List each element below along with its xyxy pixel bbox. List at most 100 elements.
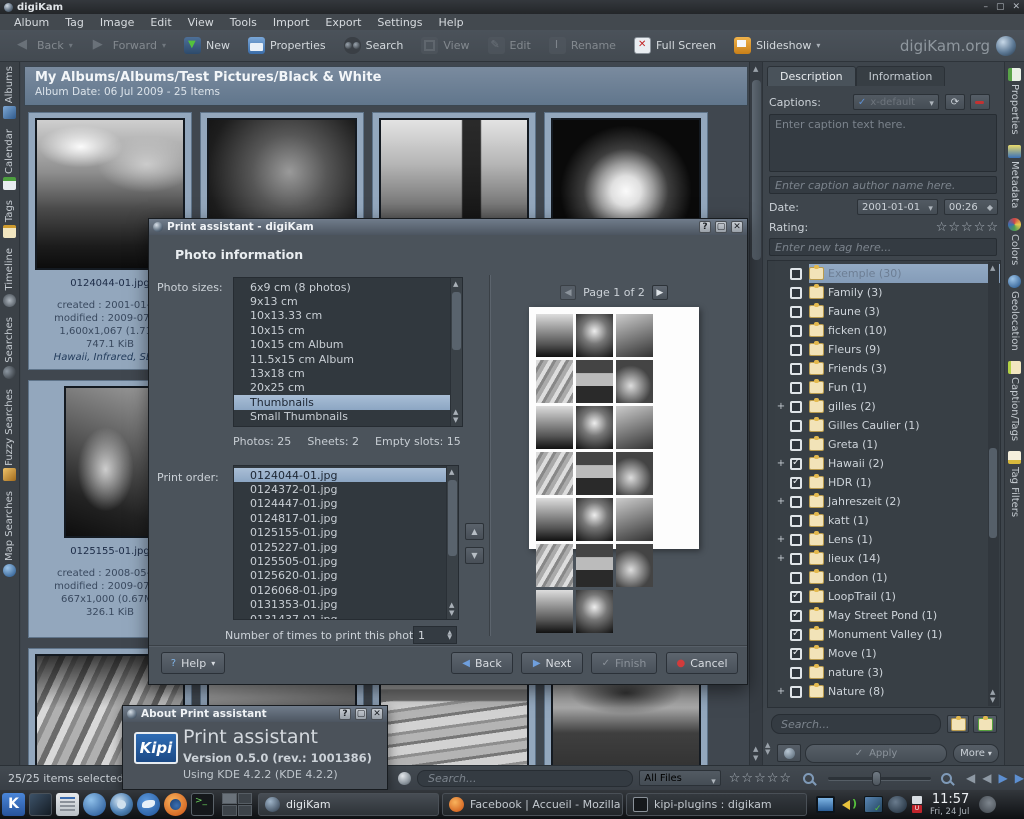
rating-filter-stars[interactable]: ☆☆☆☆☆ [729, 771, 791, 786]
tag-checkbox[interactable] [790, 477, 802, 489]
firefox-launcher-icon[interactable] [164, 793, 187, 816]
tag-checkbox[interactable] [790, 610, 802, 622]
pager-desktop-3[interactable] [222, 805, 237, 816]
print-order-item[interactable]: 0124447-01.jpg [234, 497, 458, 511]
print-order-item[interactable]: 0124817-01.jpg [234, 511, 458, 525]
clock[interactable]: 11:57 Fri, 24 Jul [930, 793, 969, 817]
close-icon[interactable]: ✕ [731, 221, 743, 233]
toolbar-button[interactable]: View ▾ [412, 33, 478, 59]
print-order-item[interactable]: 0131353-01.jpg [234, 598, 458, 612]
sidebar-tab[interactable]: Albums [3, 66, 16, 119]
date-combo[interactable]: 2001-01-01 [857, 199, 938, 215]
sidebar-tab[interactable]: Caption/Tags [1008, 361, 1021, 441]
display-tray-icon[interactable] [816, 796, 835, 813]
show-desktop-icon[interactable] [29, 793, 52, 816]
statusbar-search-input[interactable] [417, 770, 633, 787]
time-spinner[interactable]: 00:26 ◆ [944, 199, 998, 215]
list-scrollbar[interactable]: ▲ ▲ ▼ [446, 466, 458, 619]
finish-button[interactable]: ✓ Finish [591, 652, 657, 674]
minimize-icon[interactable]: – [983, 2, 988, 12]
star-icon[interactable]: ☆ [974, 220, 986, 235]
tag-checkbox[interactable] [790, 363, 802, 375]
toolbar-button[interactable]: Full Screen ▾ [625, 33, 725, 59]
times-spinner[interactable]: 1 ▲▼ [413, 626, 457, 644]
zoom-out-icon[interactable] [803, 773, 814, 784]
photo-size-option[interactable]: 20x25 cm [234, 381, 462, 395]
revert-button[interactable] [777, 744, 801, 762]
print-order-item[interactable]: 0124044-01.jpg [234, 468, 458, 482]
tree-expander-icon[interactable] [772, 553, 790, 564]
tree-expander-icon[interactable] [772, 534, 790, 545]
toolbar-button[interactable]: New ▾ [175, 33, 239, 59]
menu-item[interactable]: View [180, 16, 222, 29]
help-button[interactable]: ? Help ▾ [161, 652, 225, 674]
tag-search-input[interactable] [771, 714, 941, 734]
tag-tree-item[interactable]: Fleurs (9) [768, 340, 1000, 359]
sidebar-tab[interactable]: Colors [1008, 218, 1021, 265]
close-icon[interactable]: ✕ [1012, 2, 1020, 12]
print-order-item[interactable]: 0125227-01.jpg [234, 540, 458, 554]
menu-item[interactable]: Tag [57, 16, 92, 29]
tag-checkbox[interactable] [790, 534, 802, 546]
tag-tree-item[interactable]: lieux (14) [768, 549, 1000, 568]
photo-size-option[interactable]: 10x13.33 cm [234, 309, 462, 323]
photo-sizes-list[interactable]: 6x9 cm (8 photos)9x13 cm10x13.33 cm10x15… [233, 277, 463, 427]
maximize-icon[interactable]: ▢ [355, 708, 367, 720]
toolbar-button[interactable]: Edit ▾ [479, 33, 540, 59]
star-icon[interactable]: ☆ [779, 771, 791, 786]
tag-tree-item[interactable]: Gilles Caulier (1) [768, 416, 1000, 435]
page-prev-button[interactable]: ◀ [560, 285, 576, 300]
tag-checkbox[interactable] [790, 382, 802, 394]
tag-checkbox[interactable] [790, 496, 802, 508]
tag-tree-item[interactable]: London (1) [768, 568, 1000, 587]
tag-tree-item[interactable]: LoopTrail (1) [768, 587, 1000, 606]
first-item-icon[interactable]: ◀ [966, 771, 975, 785]
caption-language-combo[interactable]: ✓ x-default [853, 94, 939, 110]
tag-tree-item[interactable]: Faune (3) [768, 302, 1000, 321]
last-item-icon[interactable]: ▶ [1015, 771, 1024, 785]
tag-tree-item[interactable]: Lens (1) [768, 530, 1000, 549]
photo-size-option[interactable]: 13x18 cm [234, 366, 462, 380]
tag-checkbox[interactable] [790, 325, 802, 337]
taskbar-task[interactable]: digiKam [258, 793, 439, 816]
photo-size-option[interactable]: 10x15 cm [234, 323, 462, 337]
panel-tab[interactable]: Description [767, 66, 856, 86]
print-order-item[interactable]: 0131437-01.jpg [234, 612, 458, 620]
print-order-item[interactable]: 0126068-01.jpg [234, 583, 458, 597]
tag-checkbox[interactable] [790, 401, 802, 413]
toolbar-button[interactable]: Rename ▾ [540, 33, 625, 59]
tag-checkbox[interactable] [790, 420, 802, 432]
tag-checkbox[interactable] [790, 572, 802, 584]
kmenu-launcher-icon[interactable]: K [2, 793, 25, 816]
rating-stars[interactable]: ☆☆☆☆☆ [936, 220, 998, 235]
move-up-button[interactable]: ▲ [465, 523, 484, 540]
star-icon[interactable]: ☆ [767, 771, 779, 786]
clipboard-tray-icon[interactable] [912, 796, 922, 804]
tag-checkbox[interactable] [790, 515, 802, 527]
tag-tree-item[interactable]: Fun (1) [768, 378, 1000, 397]
caption-text-input[interactable] [769, 114, 997, 172]
zoom-in-icon[interactable] [941, 773, 952, 784]
sidebar-tab[interactable]: Tag Filters [1008, 451, 1021, 517]
toolbar-button[interactable]: Properties ▾ [239, 33, 335, 59]
photo-size-option[interactable]: 6x9 cm (8 photos) [234, 280, 462, 294]
new-tag-input[interactable] [769, 238, 997, 256]
spinner-arrows-icon[interactable]: ▲▼ [447, 630, 452, 640]
tag-add-button[interactable] [973, 715, 997, 733]
mail-launcher-icon[interactable] [137, 793, 160, 816]
sidebar-tab[interactable]: Properties [1008, 68, 1021, 135]
sidebar-tab[interactable]: Fuzzy Searches [3, 389, 16, 482]
tree-expander-icon[interactable] [772, 496, 790, 507]
dialog-titlebar[interactable]: About Print assistant ? ▢ ✕ [123, 706, 387, 722]
tag-checkbox[interactable] [790, 268, 802, 280]
print-order-item[interactable]: 0125155-01.jpg [234, 526, 458, 540]
network-tray-icon[interactable] [864, 796, 883, 813]
caption-author-input[interactable] [769, 176, 997, 194]
zoom-slider[interactable] [828, 777, 931, 780]
icon-view-scrollbar[interactable]: ▲ ▲ ▼ [749, 62, 762, 765]
next-item-icon[interactable]: ▶ [999, 771, 1008, 785]
photo-size-option[interactable]: Thumbnails [234, 395, 462, 409]
menu-item[interactable]: Export [317, 16, 369, 29]
toolbar-button[interactable]: Search ▾ [335, 33, 413, 59]
list-scrollbar[interactable]: ▲ ▲ ▼ [450, 278, 462, 426]
